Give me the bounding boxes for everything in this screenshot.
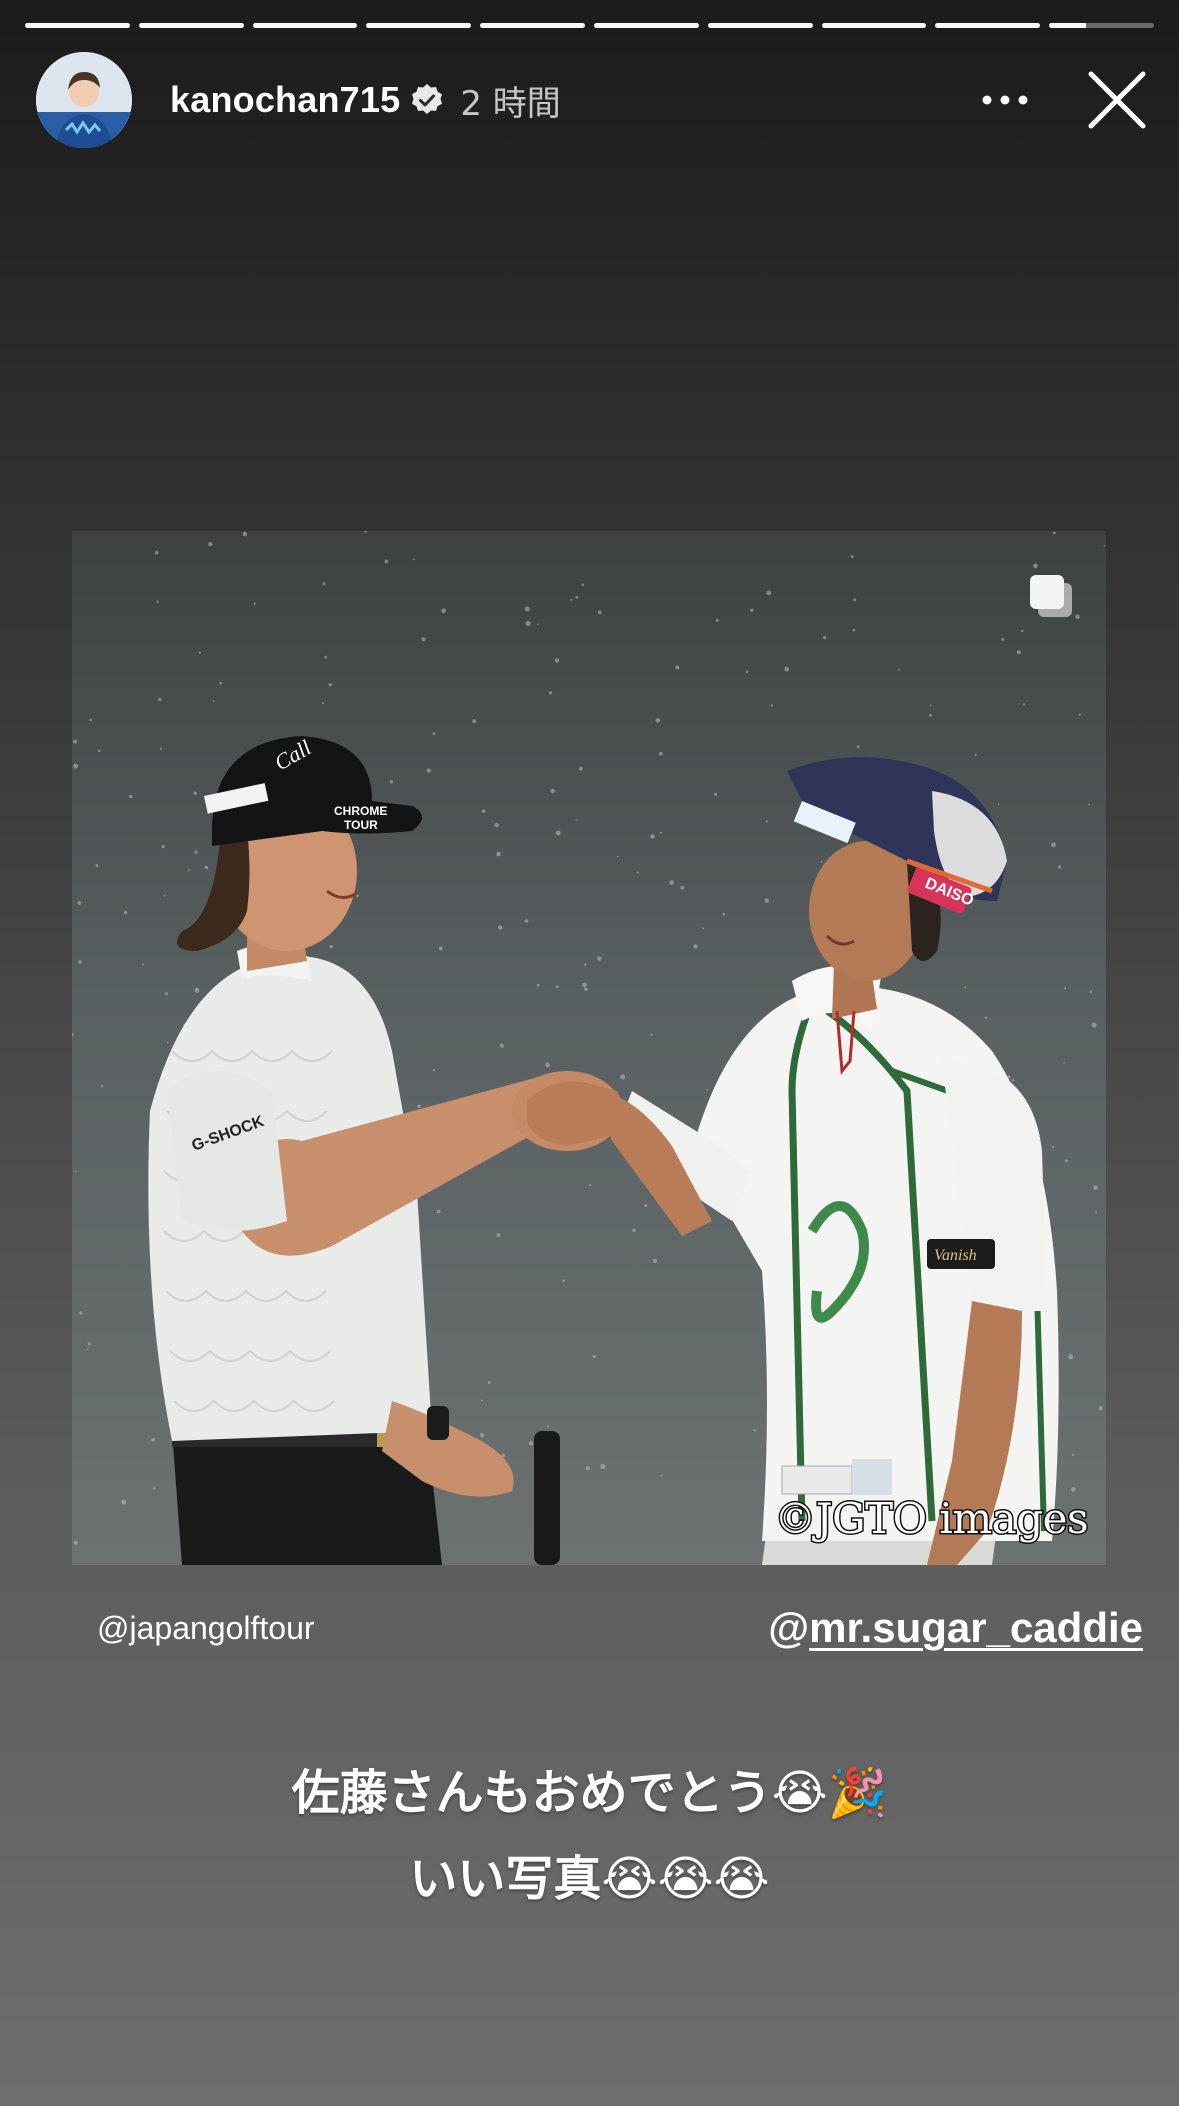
- multiple-images-icon: [1030, 575, 1072, 617]
- story-progress-fill: [593, 23, 699, 28]
- story-progress-fill: [707, 23, 813, 28]
- mention-japangolftour[interactable]: @japangolftour: [97, 1610, 315, 1647]
- story-progress-fill: [1049, 23, 1086, 28]
- story-progress-fill: [480, 23, 585, 28]
- story-progress-fill: [366, 23, 472, 28]
- avatar[interactable]: [36, 52, 132, 148]
- story-progress-segment: [821, 23, 927, 28]
- story-progress-fill: [252, 23, 358, 28]
- story-viewer[interactable]: kanochan715 2 時間 G-SHOCK Call CHROME TOU…: [0, 0, 1179, 2106]
- story-progress-segment: [593, 23, 699, 28]
- svg-text:TOUR: TOUR: [344, 818, 378, 832]
- story-header: kanochan715 2 時間: [36, 52, 1149, 148]
- story-progress-segment: [935, 23, 1041, 28]
- photo-credit: ©JGTO images: [773, 1493, 1090, 1545]
- story-progress-segment: [138, 23, 244, 28]
- story-progress-segment: [366, 23, 472, 28]
- story-progress-segment: [1049, 23, 1154, 28]
- story-progress-segment: [480, 23, 585, 28]
- story-progress-fill: [138, 23, 244, 28]
- avatar-image: [36, 52, 132, 148]
- caption-line-2: いい写真😭😭😭: [409, 1851, 770, 1907]
- svg-text:CHROME: CHROME: [334, 804, 387, 818]
- shared-post-image[interactable]: G-SHOCK Call CHROME TOUR Vanish DAISO ©J…: [72, 531, 1106, 1565]
- mention-mr-sugar-caddie[interactable]: @mr.sugar_caddie: [768, 1604, 1143, 1652]
- story-progress-fill: [935, 23, 1041, 28]
- mention-handle: mr.sugar_caddie: [809, 1604, 1143, 1651]
- story-progress-bar: [25, 23, 1154, 28]
- golfers-handshake-image: G-SHOCK Call CHROME TOUR Vanish DAISO: [72, 531, 1106, 1565]
- more-horizontal-icon[interactable]: [975, 80, 1035, 120]
- close-icon[interactable]: [1085, 68, 1149, 132]
- story-progress-fill: [25, 23, 130, 28]
- story-progress-segment: [252, 23, 358, 28]
- verified-badge-icon: [412, 84, 443, 114]
- caption-line-1: 佐藤さんもおめでとう😭🎉: [291, 1765, 888, 1821]
- story-progress-segment: [25, 23, 130, 28]
- svg-text:Vanish: Vanish: [934, 1247, 977, 1264]
- story-progress-segment: [707, 23, 813, 28]
- username[interactable]: kanochan715: [170, 79, 400, 121]
- story-progress-fill: [821, 23, 927, 28]
- mention-at-sign: @: [768, 1604, 810, 1651]
- story-caption: 佐藤さんもおめでとう😭🎉 いい写真😭😭😭: [0, 1750, 1179, 1922]
- post-time: 2 時間: [460, 83, 561, 124]
